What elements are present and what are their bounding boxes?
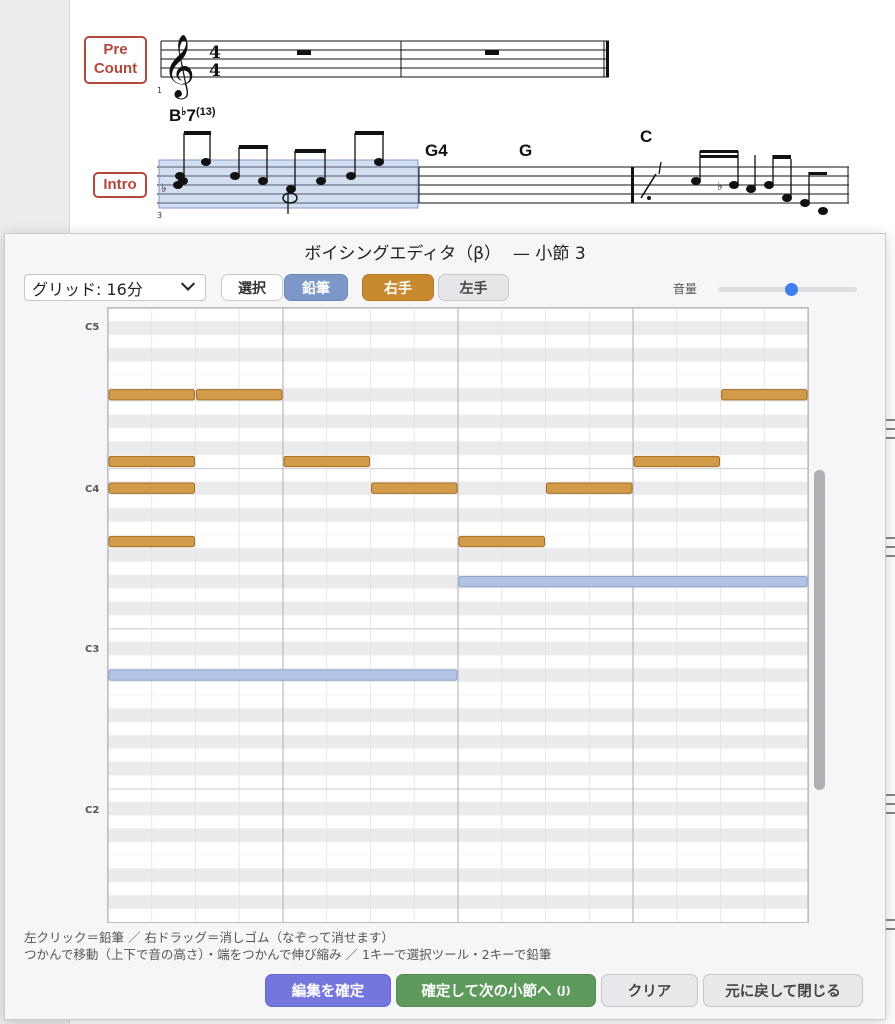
confirm-next-measure-button[interactable]: 確定して次の小節へ (J): [396, 974, 596, 1007]
svg-text:𝄞: 𝄞: [163, 34, 195, 100]
help-line: 左クリック＝鉛筆 ／ 右ドラッグ＝消しゴム（なぞって消せます）: [24, 930, 394, 945]
pitch-label-c2: C2: [85, 805, 100, 816]
help-line: つかんで移動（上下で音の高さ）・端をつかんで伸び縮み ／ 1キーで選択ツール・2…: [24, 947, 552, 962]
revert-close-button[interactable]: 元に戻して閉じる: [703, 974, 863, 1007]
voicing-editor-dialog: ボイシングエディタ（β） — 小節 3 グリッド: 16分 選択 鉛筆 右手 左…: [4, 233, 886, 1020]
note-right-hand[interactable]: [108, 389, 195, 401]
note-right-hand[interactable]: [196, 389, 283, 401]
piano-roll-canvas[interactable]: [108, 308, 808, 922]
volume-label: 音量: [673, 282, 698, 296]
svg-text:♭: ♭: [717, 179, 723, 193]
dialog-measure-label: — 小節 3: [513, 243, 586, 264]
note-right-hand[interactable]: [633, 455, 720, 468]
svg-text:4: 4: [209, 61, 221, 81]
pitch-label-c4: C4: [85, 484, 100, 495]
pitch-label-c5: C5: [85, 322, 100, 333]
pencil-tool-button[interactable]: 鉛筆: [284, 274, 348, 301]
clear-button[interactable]: クリア: [601, 974, 698, 1007]
note-right-hand[interactable]: [283, 455, 370, 468]
select-tool-button[interactable]: 選択: [221, 274, 283, 301]
note-right-hand[interactable]: [108, 535, 195, 548]
pitch-label-c3: C3: [85, 644, 100, 655]
chevron-down-icon: [180, 276, 196, 291]
piano-roll-grid[interactable]: [107, 307, 809, 923]
score-notation: 𝄞 4 4 ♭ ♭: [157, 34, 849, 215]
next-button-label: 確定して次の小節へ: [421, 984, 552, 1000]
grid-select[interactable]: グリッド: 16分: [24, 274, 206, 301]
note-right-hand[interactable]: [108, 455, 195, 468]
right-hand-button[interactable]: 右手: [362, 274, 434, 301]
volume-slider[interactable]: [718, 283, 857, 296]
svg-text:♭: ♭: [161, 181, 167, 195]
svg-text:4: 4: [209, 43, 221, 63]
dialog-title-text: ボイシングエディタ（β）: [304, 243, 502, 264]
help-text: 左クリック＝鉛筆 ／ 右ドラッグ＝消しゴム（なぞって消せます） つかんで移動（上…: [24, 929, 551, 963]
note-right-hand[interactable]: [546, 482, 633, 494]
note-right-hand[interactable]: [458, 535, 545, 548]
note-right-hand[interactable]: [371, 482, 458, 494]
left-hand-button[interactable]: 左手: [438, 274, 509, 301]
volume-slider-knob[interactable]: [785, 283, 798, 296]
note-left-hand[interactable]: [108, 669, 458, 681]
vertical-scrollbar[interactable]: [814, 470, 825, 790]
confirm-edit-button[interactable]: 編集を確定: [265, 974, 391, 1007]
grid-select-value: グリッド: 16分: [32, 279, 143, 299]
note-right-hand[interactable]: [721, 389, 808, 401]
note-left-hand[interactable]: [458, 575, 808, 588]
note-right-hand[interactable]: [108, 482, 195, 494]
editor-toolbar: グリッド: 16分 選択 鉛筆 右手 左手 音量: [5, 272, 885, 304]
shortcut-hint: (J): [556, 984, 571, 997]
dialog-title: ボイシングエディタ（β） — 小節 3: [5, 234, 885, 268]
